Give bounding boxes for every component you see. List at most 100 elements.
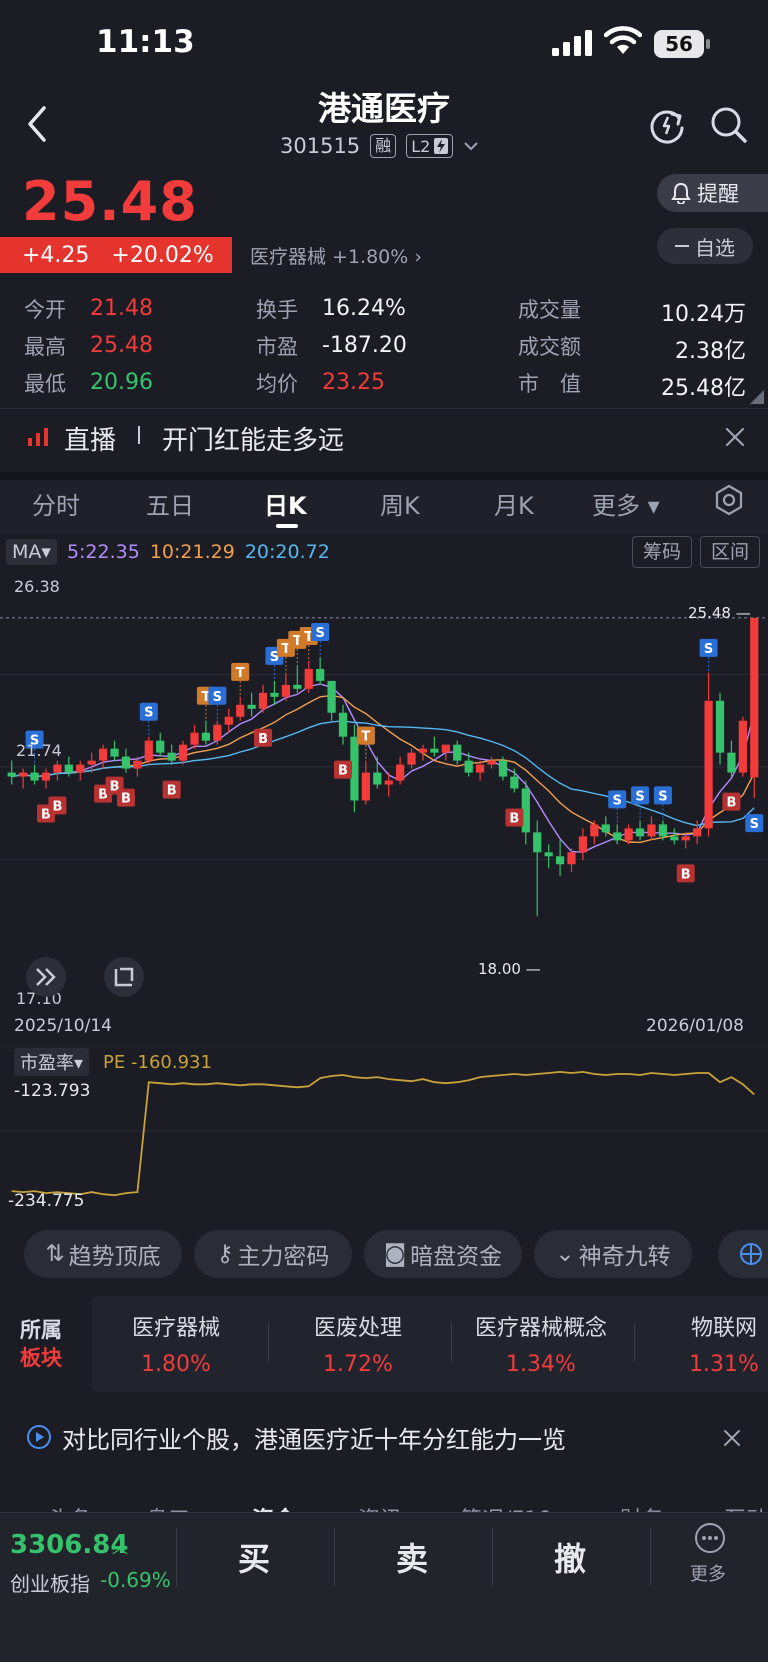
pe-chart[interactable]: -123.793 -234.775 [0, 1046, 768, 1216]
tab-monthly-k[interactable]: 月K [494, 486, 534, 521]
settings-hexagon-icon[interactable] [713, 484, 745, 516]
tab-daily-k[interactable]: 日K [264, 486, 307, 521]
tab-five-day[interactable]: 五日 [146, 486, 194, 521]
signal-marker: B [254, 728, 273, 747]
svg-text:B: B [726, 796, 736, 811]
price-alert-button[interactable]: 提醒 [657, 174, 768, 212]
candle-body [704, 700, 713, 829]
signal-marker: T [356, 726, 375, 759]
fullscreen-button[interactable] [104, 957, 144, 997]
pe-ytop-label: -123.793 [14, 1081, 90, 1101]
bottom-content-tabs: 头条 盘口 资金 资讯 简况/F10 财务 互动 [0, 1478, 768, 1514]
stat-value-volume: 10.24万 [661, 302, 746, 327]
price-change: +4.25 [22, 242, 90, 268]
caret-up-icon[interactable]: ︿ [112, 1534, 128, 1558]
sector-item[interactable]: 物联网 1.31% [634, 1310, 768, 1377]
stat-value-avg: 23.25 [322, 370, 385, 395]
fast-forward-button[interactable] [26, 957, 66, 997]
candle-body [544, 852, 553, 857]
candle-body [236, 704, 245, 717]
alert-label: 提醒 [697, 182, 739, 206]
close-icon[interactable] [724, 426, 746, 448]
ma5-value: 5:22.35 [66, 541, 140, 563]
stat-label-volume: 成交量 [518, 298, 581, 322]
svg-text:B: B [509, 812, 519, 827]
level2-tag[interactable]: L2 [406, 134, 454, 158]
candle-body [635, 828, 645, 837]
svg-text:T: T [361, 730, 370, 745]
margin-tag: 融 [370, 134, 397, 158]
candle-body [190, 732, 199, 745]
cancel-order-button[interactable]: 撤 [510, 1534, 630, 1580]
close-icon[interactable] [722, 1428, 742, 1448]
index-value[interactable]: 3306.84 [10, 1530, 128, 1560]
tool-dark-pool-funds[interactable]: ◙ 暗盘资金 [364, 1230, 522, 1278]
candle-body [670, 836, 679, 841]
stat-label-avg: 均价 [256, 372, 298, 396]
expand-corner-icon[interactable] [750, 390, 764, 404]
play-circle-icon [27, 1425, 51, 1449]
ma-select[interactable]: MA▾ [6, 539, 57, 565]
svg-text:S: S [704, 642, 713, 657]
chevron-down-icon[interactable] [463, 140, 479, 152]
candle-body [7, 772, 16, 777]
search-icon[interactable] [710, 106, 748, 144]
tool-magic-nine-turns[interactable]: ⌄ 神奇九转 [534, 1230, 692, 1278]
watchlist-button[interactable]: 自选 [657, 228, 753, 264]
candle-body [441, 744, 450, 753]
candle-body [121, 756, 131, 769]
tool-more-chip[interactable] [718, 1230, 768, 1278]
tool-main-force-code[interactable]: ⚷ 主力密码 [194, 1230, 352, 1278]
svg-text:B: B [121, 792, 131, 807]
candle-body [178, 744, 188, 761]
more-dots-icon[interactable] [694, 1522, 726, 1554]
chip-distribution-button[interactable]: 筹码 [632, 536, 692, 568]
candle-body [738, 720, 747, 773]
signal-marker: B [505, 808, 524, 827]
candle-body [98, 748, 108, 761]
signal-marker: B [722, 792, 741, 811]
sector-item[interactable]: 医疗器械概念 1.34% [451, 1310, 631, 1377]
candle-body [750, 617, 759, 778]
tab-intraday[interactable]: 分时 [32, 486, 80, 521]
kline-high-label: 25.48 — [688, 604, 751, 622]
stat-value-turnover: 16.24% [322, 296, 406, 321]
candle-body [293, 684, 302, 689]
sector-item[interactable]: 医废处理 1.72% [268, 1310, 448, 1377]
sector-link[interactable]: 医疗器械 +1.80% › [250, 242, 422, 269]
range-button[interactable]: 区间 [700, 536, 760, 568]
kline-chart[interactable]: SBBBBBSBTSTBSTTTSBSTBSSSBSBS 26.38 21.74… [0, 572, 768, 1012]
signal-marker: B [334, 760, 353, 779]
sector-item[interactable]: 医疗器械 1.80% [86, 1310, 266, 1377]
candle-body [316, 668, 325, 681]
candle-body [224, 716, 233, 725]
svg-text:B: B [258, 732, 268, 747]
candle-body [453, 744, 462, 761]
candle-body [567, 852, 576, 865]
candle-body [464, 760, 473, 773]
stock-code-row: 301515 融 L2 [280, 132, 479, 160]
tab-underline [276, 524, 298, 528]
candle-body [384, 780, 393, 785]
live-label: 直播 [64, 426, 117, 456]
trend-arrows-icon: ⇅ [45, 1241, 65, 1267]
buy-button[interactable]: 买 [194, 1534, 314, 1580]
stat-label-open: 今开 [24, 298, 66, 322]
refresh-icon[interactable] [648, 106, 686, 144]
tab-weekly-k[interactable]: 周K [380, 486, 420, 521]
magic-turn-icon: ⌄ [555, 1241, 575, 1267]
candle-body [87, 760, 96, 765]
live-bars-icon [28, 428, 48, 446]
tool-trend-top-bottom[interactable]: ⇅ 趋势顶底 [24, 1230, 182, 1278]
svg-text:S: S [658, 789, 667, 804]
pe-ybottom-label: -234.775 [8, 1191, 84, 1211]
tab-more[interactable]: 更多 ▾ [592, 486, 660, 521]
candle-body [613, 832, 622, 841]
candle-body [487, 760, 496, 765]
candle-body [41, 772, 51, 781]
sell-button[interactable]: 卖 [352, 1534, 472, 1580]
candle-body [76, 764, 85, 773]
live-separator [138, 426, 140, 444]
stat-label-low: 最低 [24, 372, 66, 396]
stat-label-mktcap: 市 值 [518, 372, 581, 396]
